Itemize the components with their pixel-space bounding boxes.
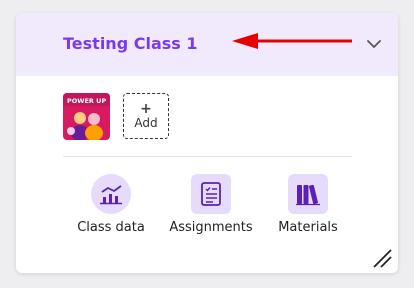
divider (63, 156, 352, 157)
red-arrow-annotation (232, 33, 352, 49)
book-cover-title: POWER UP (67, 97, 106, 105)
class-card: Testing Class 1 POWER UP + Add Class dat… (16, 13, 398, 273)
class-data-label: Class data (77, 220, 145, 235)
bar-chart-icon (91, 174, 131, 214)
book-cover-thumbnail[interactable]: POWER UP (63, 93, 110, 140)
clipboard-list-icon (191, 174, 231, 214)
resize-handle-icon[interactable] (372, 248, 392, 268)
plus-icon: + (140, 100, 152, 117)
class-data-button[interactable]: Class data (63, 174, 159, 235)
book-cover-image: POWER UP (63, 93, 110, 140)
assignments-label: Assignments (169, 220, 253, 235)
materials-button[interactable]: Materials (260, 174, 356, 235)
add-label: Add (134, 115, 158, 130)
add-book-button[interactable]: + Add (123, 93, 169, 139)
class-card-header[interactable]: Testing Class 1 (16, 13, 398, 76)
materials-label: Materials (278, 220, 338, 235)
books-icon (288, 174, 328, 214)
assignments-button[interactable]: Assignments (163, 174, 259, 235)
class-title[interactable]: Testing Class 1 (63, 34, 197, 53)
chevron-down-icon[interactable] (366, 38, 382, 50)
